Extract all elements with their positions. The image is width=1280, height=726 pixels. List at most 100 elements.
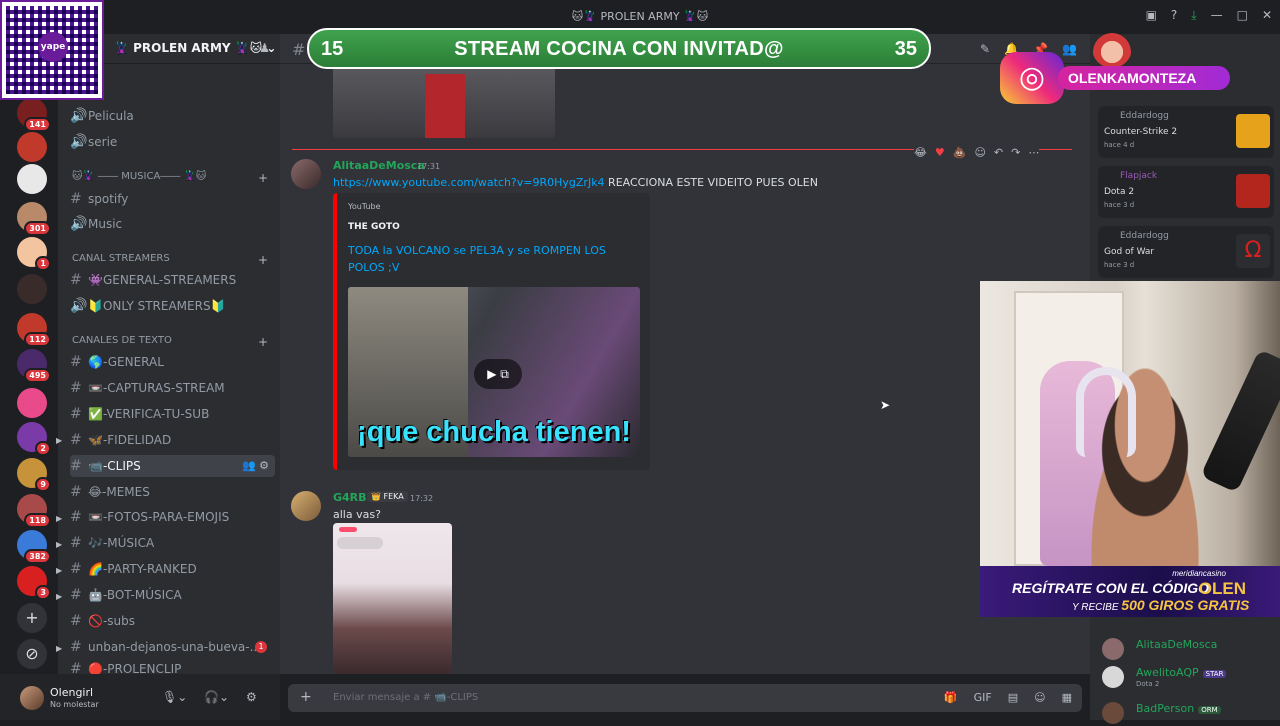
channel-memes[interactable]: # 😂-MEMES	[70, 481, 275, 503]
previous-image-attachment[interactable]	[333, 64, 555, 138]
server-icon[interactable]: 2	[17, 422, 51, 456]
reply-icon[interactable]: ↶	[994, 146, 1003, 166]
server-icon[interactable]: 9	[17, 458, 51, 492]
message-author[interactable]: AlitaaDeMosca	[333, 159, 425, 172]
window-title: 🐱🦹 PROLEN ARMY 🦹🐱	[571, 10, 709, 23]
channel-bot-musica[interactable]: # 🤖-BOT-MÚSICA	[70, 584, 275, 606]
add-reaction-icon[interactable]: ☺	[974, 146, 985, 166]
inbox-icon[interactable]: ▣	[1146, 8, 1157, 23]
avatar[interactable]	[291, 491, 321, 521]
channel-fidelidad[interactable]: # 🦋-FIDELIDAD	[70, 429, 275, 451]
hash-icon: #	[70, 191, 82, 207]
activity-card[interactable]: Eddardogg Counter-Strike 2 hace 4 d	[1098, 106, 1274, 158]
message-author[interactable]: G4RB	[333, 491, 367, 504]
server-icon[interactable]: 112	[17, 313, 51, 347]
server-icon[interactable]	[17, 388, 47, 418]
create-channel-icon[interactable]: +	[258, 335, 268, 349]
server-badge: 118	[24, 513, 51, 528]
chevron-right-icon: ▶	[56, 540, 63, 549]
help-icon[interactable]: ?	[1171, 8, 1177, 23]
embed-title[interactable]: TODA la VOLCANO se PEL3A y se ROMPEN LOS…	[348, 242, 638, 276]
youtube-link[interactable]: https://www.youtube.com/watch?v=9R0HygZr…	[333, 176, 605, 189]
channel-voice-music[interactable]: 🔊Music	[70, 213, 275, 235]
channel-general-streamers[interactable]: # 👾GENERAL-STREAMERS	[70, 269, 275, 291]
message-timestamp: 17:32	[410, 494, 434, 503]
channel-spotify[interactable]: # spotify	[70, 188, 275, 210]
video-thumbnail[interactable]: ▶ ⧉ ¡que chucha tienen!	[348, 287, 640, 457]
threads-icon[interactable]: ✎	[980, 42, 990, 56]
server-icon[interactable]	[17, 274, 47, 304]
channel-verifica-tu-sub[interactable]: # ✅-VERIFICA-TU-SUB	[70, 403, 275, 425]
instagram-icon: ◎	[1000, 52, 1064, 104]
mention-badge: 1	[255, 641, 267, 653]
gif-icon[interactable]: GIF	[974, 691, 992, 704]
channel-prolenclip[interactable]: # 🔴-PROLENCLIP	[70, 660, 275, 674]
server-icon[interactable]	[17, 164, 47, 194]
server-icon[interactable]	[17, 132, 47, 162]
server-icon[interactable]: 382	[17, 530, 51, 564]
category-musica[interactable]: 🐱🦹 ―― MUSICA―― 🦹🐱 +	[72, 171, 268, 185]
more-options-icon[interactable]: ⋯	[1028, 146, 1039, 166]
message-input[interactable]: Enviar mensaje a # 📹-CLIPS	[333, 692, 478, 703]
yape-logo-icon: yape	[38, 32, 68, 62]
channel-general[interactable]: # 🌎-GENERAL	[70, 351, 275, 373]
channel-unban[interactable]: # unban-dejanos-una-bueva-... 1	[70, 636, 275, 658]
add-server-button[interactable]: +	[17, 603, 47, 633]
forward-icon[interactable]: ↷	[1011, 146, 1020, 166]
gear-icon[interactable]: ⚙	[246, 690, 257, 704]
activity-time: hace 3 d	[1104, 261, 1135, 269]
god-of-war-icon: Ω	[1236, 234, 1270, 268]
gift-icon[interactable]: 🎁	[944, 691, 958, 704]
banner-title: STREAM COCINA CON INVITAD@	[454, 38, 784, 60]
avatar[interactable]	[291, 159, 321, 189]
microphone-icon[interactable]: 🎙⌄	[162, 690, 187, 704]
headphones-icon[interactable]: 🎧⌄	[204, 690, 229, 704]
category-canales-de-texto[interactable]: CANALES DE TEXTO +	[72, 335, 268, 349]
channel-party-ranked[interactable]: # 🌈-PARTY-RANKED	[70, 558, 275, 580]
hash-icon: #	[70, 509, 82, 525]
play-icon[interactable]: ▶ ⧉	[474, 359, 522, 389]
channel-subs[interactable]: # 🚫-subs	[70, 610, 275, 632]
channel-musica[interactable]: # 🎶-MÚSICA	[70, 532, 275, 554]
hash-icon: #	[70, 661, 82, 674]
channel-voice-pelicula[interactable]: 🔊Pelicula	[70, 105, 275, 127]
maximize-icon[interactable]: □	[1237, 8, 1248, 23]
channel-fotos-para-emojis[interactable]: # 📼-FOTOS-PARA-EMOJIS	[70, 506, 275, 528]
channel-clips-selected[interactable]: # 📹-CLIPS 👥 ⚙	[70, 455, 275, 477]
channel-voice-only-streamers[interactable]: 🔊🔰ONLY STREAMERS🔰	[70, 295, 275, 317]
avatar[interactable]	[20, 686, 44, 710]
activity-card[interactable]: Eddardogg God of War hace 3 d Ω	[1098, 226, 1274, 278]
sticker-icon[interactable]: ▤	[1008, 691, 1018, 704]
server-icon[interactable]: 1	[17, 237, 51, 271]
explore-servers-button[interactable]: ⊘	[17, 639, 47, 669]
channel-settings-icon[interactable]: 👥 ⚙	[242, 455, 269, 477]
minimize-icon[interactable]: —	[1211, 8, 1223, 23]
reaction-heart-icon[interactable]: ♥	[935, 146, 945, 166]
server-icon[interactable]: 118	[17, 494, 51, 528]
banner-right-number: 35	[894, 38, 917, 60]
server-icon[interactable]: 495	[17, 349, 51, 383]
channel-capturas-stream[interactable]: # 📼-CAPTURAS-STREAM	[70, 377, 275, 399]
reaction-poop-icon[interactable]: 💩	[953, 146, 967, 166]
emoji-icon[interactable]: ☺	[1034, 691, 1045, 704]
server-badge: 301	[24, 221, 51, 236]
message-composer[interactable]: + Enviar mensaje a # 📹-CLIPS 🎁 GIF ▤ ☺ ▦	[288, 684, 1082, 712]
image-attachment[interactable]	[333, 523, 452, 674]
server-icon[interactable]: 301	[17, 202, 51, 236]
server-icon[interactable]: 141	[17, 98, 51, 132]
attach-button[interactable]: +	[300, 689, 312, 705]
speaker-icon: 🔊	[70, 108, 88, 124]
create-channel-icon[interactable]: +	[258, 171, 268, 185]
download-icon[interactable]: ⤓	[1191, 8, 1196, 23]
close-icon[interactable]: ✕	[1262, 8, 1272, 23]
embed-channel-name[interactable]: THE GOTO	[348, 222, 400, 232]
avatar	[1102, 702, 1124, 724]
activity-card[interactable]: Flapjack Dota 2 hace 3 d	[1098, 166, 1274, 218]
reaction-laugh-icon[interactable]: 😂	[914, 146, 927, 166]
server-icon[interactable]: 3	[17, 566, 51, 600]
invite-people-icon[interactable]: ♟	[259, 34, 270, 62]
create-channel-icon[interactable]: +	[258, 253, 268, 267]
channel-voice-serie[interactable]: 🔊serie	[70, 131, 275, 153]
category-canal-streamers[interactable]: CANAL STREAMERS +	[72, 253, 268, 267]
apps-icon[interactable]: ▦	[1062, 691, 1072, 704]
